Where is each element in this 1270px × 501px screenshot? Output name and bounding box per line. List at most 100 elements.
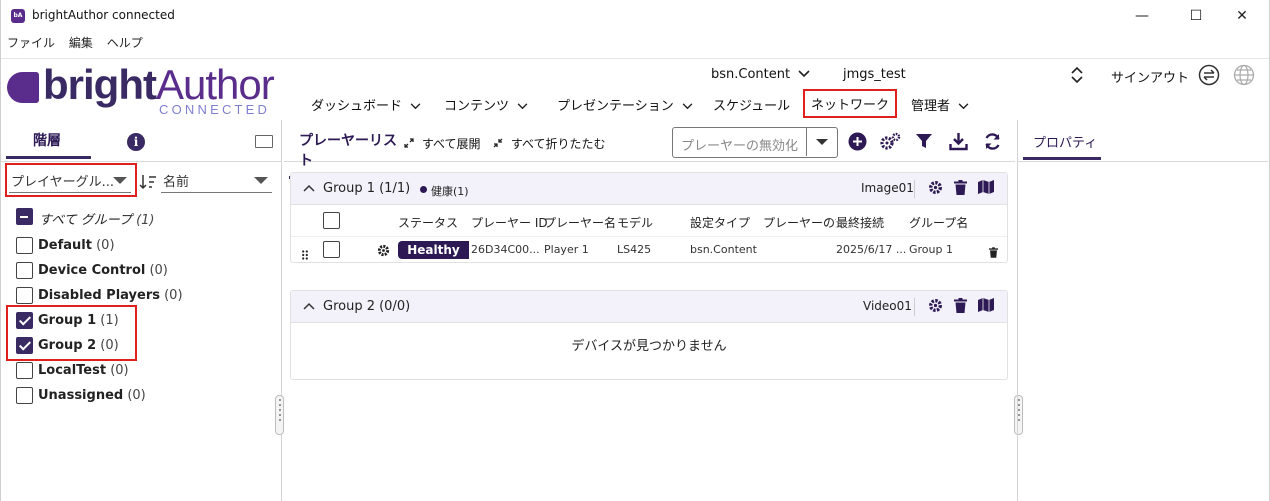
chevron-up-icon[interactable] bbox=[303, 181, 315, 195]
close-button[interactable]: ✕ bbox=[1219, 4, 1265, 28]
gear-icon[interactable] bbox=[928, 180, 943, 199]
header-divider bbox=[914, 180, 915, 198]
app-icon: bA bbox=[11, 9, 25, 23]
group-checkbox-disabled-players[interactable] bbox=[16, 287, 33, 304]
center-tabbar: プレーヤーリスト すべて展開 すべて折りたたむ プレーヤーの無効化 bbox=[284, 120, 1015, 179]
switch-icon[interactable] bbox=[1198, 64, 1220, 90]
right-tabbar: プロパティ bbox=[1018, 120, 1268, 162]
collapse-all-button[interactable]: すべて折りたたむ bbox=[493, 135, 606, 152]
row-trash-icon[interactable] bbox=[989, 243, 998, 262]
group-label-device-control: Device Control (0) bbox=[38, 263, 168, 278]
tab-hierarchy[interactable]: 階層 bbox=[6, 130, 91, 159]
menu-help[interactable]: ヘルプ bbox=[107, 34, 143, 51]
row-gear-icon[interactable] bbox=[377, 242, 390, 261]
expand-icon bbox=[404, 138, 414, 148]
settings-gears-icon[interactable] bbox=[879, 132, 901, 152]
map-icon[interactable] bbox=[978, 180, 994, 198]
cell-setup-type: bsn.Content bbox=[690, 243, 757, 256]
nav-presentation-label: プレゼンテーション bbox=[557, 99, 674, 114]
group-checkbox-localtest[interactable] bbox=[16, 362, 33, 379]
cell-group-name: Group 1 bbox=[909, 243, 953, 256]
all-groups-checkbox[interactable] bbox=[16, 208, 33, 225]
map-icon[interactable] bbox=[978, 298, 994, 316]
col-player-name[interactable]: プレーヤー名 bbox=[544, 214, 616, 231]
group-title: Group 2 (0/0) bbox=[323, 299, 411, 314]
chevron-up-icon[interactable] bbox=[303, 299, 315, 313]
resize-handle-left[interactable] bbox=[275, 395, 284, 435]
brand-logo: brightAuthor CONNECTED bbox=[7, 61, 297, 117]
group-checkbox-device-control[interactable] bbox=[16, 262, 33, 279]
sort-dropdown[interactable]: 名前 bbox=[161, 167, 272, 193]
col-status[interactable]: ステータス bbox=[398, 214, 458, 231]
app-header: brightAuthor CONNECTED bsn.Content jmgs_… bbox=[1, 58, 1269, 120]
panel-toggle-icon[interactable] bbox=[255, 135, 273, 148]
cell-model: LS425 bbox=[617, 243, 652, 256]
trash-icon[interactable] bbox=[954, 298, 967, 317]
drag-handle-icon[interactable] bbox=[302, 245, 308, 264]
col-player-description[interactable]: プレーヤーの説明 bbox=[763, 214, 836, 231]
disable-player-placeholder: プレーヤーの無効化 bbox=[681, 139, 799, 154]
col-player-id[interactable]: プレーヤー ID bbox=[471, 214, 548, 231]
logo-subtitle: CONNECTED bbox=[159, 102, 271, 117]
col-setup-type[interactable]: 設定タイプ bbox=[690, 214, 750, 231]
nav-schedule[interactable]: スケジュール bbox=[713, 95, 790, 114]
sort-icon[interactable] bbox=[139, 173, 157, 195]
gear-icon[interactable] bbox=[928, 298, 943, 317]
content-selector-label: bsn.Content bbox=[711, 67, 791, 82]
globe-icon[interactable] bbox=[1233, 64, 1255, 90]
menu-edit[interactable]: 編集 bbox=[69, 34, 93, 51]
player-list-panel: プレーヤーリスト すべて展開 すべて折りたたむ プレーヤーの無効化 Group … bbox=[284, 120, 1015, 501]
info-icon[interactable]: i bbox=[127, 133, 145, 151]
disable-player-select[interactable]: プレーヤーの無効化 bbox=[672, 127, 838, 158]
refresh-icon[interactable] bbox=[982, 132, 1002, 152]
select-all-rows-checkbox[interactable] bbox=[323, 212, 340, 229]
nav-dashboard[interactable]: ダッシュボード bbox=[311, 95, 421, 114]
properties-panel: プロパティ bbox=[1017, 120, 1269, 501]
group-label-unassigned: Unassigned (0) bbox=[38, 388, 146, 403]
logo-mark-icon bbox=[7, 72, 39, 103]
all-groups-text: すべて グループ bbox=[39, 213, 132, 228]
nav-admin[interactable]: 管理者 bbox=[911, 95, 969, 114]
chevron-down-icon bbox=[517, 100, 528, 113]
expand-all-button[interactable]: すべて展開 bbox=[404, 135, 481, 152]
maximize-button[interactable]: ☐ bbox=[1173, 4, 1219, 28]
all-groups-count: (1) bbox=[136, 213, 155, 228]
content-selector[interactable]: bsn.Content bbox=[711, 67, 810, 82]
nav-presentation[interactable]: プレゼンテーション bbox=[557, 95, 693, 114]
sort-value: 名前 bbox=[163, 175, 190, 190]
row-checkbox[interactable] bbox=[323, 241, 340, 258]
col-group-name[interactable]: グループ名 bbox=[909, 214, 968, 231]
group-label-default: Default (0) bbox=[38, 238, 115, 253]
collapse-icon bbox=[493, 138, 503, 148]
nav-content[interactable]: コンテンツ bbox=[444, 95, 528, 114]
group-card-group-2: Group 2 (0/0) Video01 デバイスが見つかりません bbox=[290, 290, 1008, 380]
group-header[interactable]: Group 2 (0/0) Video01 bbox=[291, 291, 1007, 323]
hierarchy-panel: 階層 i プレイヤーグル... 名前 すべて グループ (1) Default … bbox=[1, 120, 282, 501]
dropdown-arrow-icon bbox=[816, 139, 828, 145]
group-name: Unassigned bbox=[38, 388, 124, 403]
logo-author: Author bbox=[155, 61, 275, 108]
menu-file[interactable]: ファイル bbox=[7, 34, 55, 51]
select-divider bbox=[806, 128, 807, 156]
group-count: (0) bbox=[96, 238, 115, 253]
signout-button[interactable]: サインアウト bbox=[1111, 67, 1189, 86]
add-icon[interactable] bbox=[847, 132, 867, 152]
trash-icon[interactable] bbox=[954, 180, 967, 199]
group-header[interactable]: Group 1 (1/1) 健康(1) Image01 bbox=[291, 173, 1007, 205]
app-window: bA brightAuthor connected — ☐ ✕ ファイル 編集 … bbox=[0, 0, 1270, 501]
chevron-down-icon bbox=[798, 68, 810, 81]
download-icon[interactable] bbox=[948, 132, 968, 152]
col-last-connected[interactable]: 最終接続 bbox=[836, 214, 884, 231]
tab-properties[interactable]: プロパティ bbox=[1023, 132, 1101, 160]
all-groups-label: すべて グループ (1) bbox=[39, 209, 155, 228]
group-count: (0) bbox=[127, 388, 146, 403]
group-checkbox-default[interactable] bbox=[16, 237, 33, 254]
group-name: LocalTest bbox=[38, 363, 107, 378]
col-model[interactable]: モデル bbox=[617, 214, 653, 231]
nav-network[interactable]: ネットワーク bbox=[803, 89, 898, 118]
filter-icon[interactable] bbox=[914, 132, 934, 152]
expand-collapse-icon[interactable] bbox=[1071, 66, 1083, 87]
group-checkbox-unassigned[interactable] bbox=[16, 387, 33, 404]
minimize-button[interactable]: — bbox=[1119, 4, 1165, 28]
chevron-down-icon bbox=[410, 100, 421, 113]
